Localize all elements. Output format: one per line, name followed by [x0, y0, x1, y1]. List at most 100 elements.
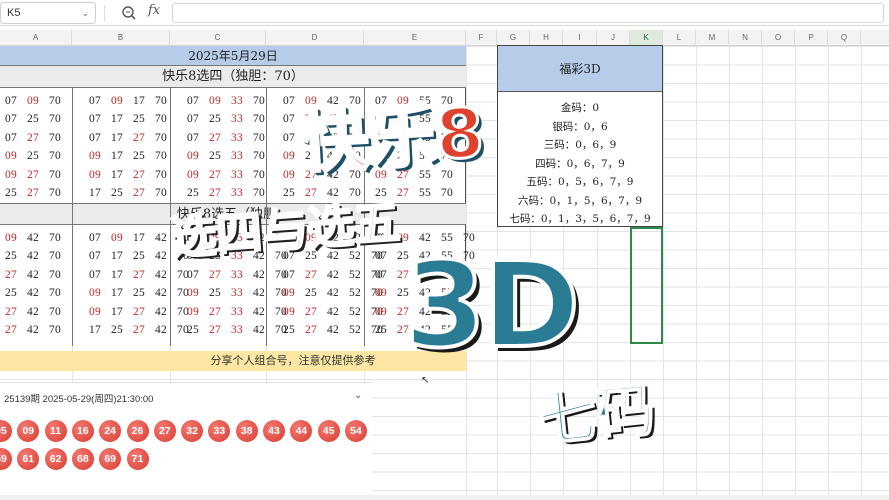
combo-cell[interactable]: 05072570 [0, 113, 66, 125]
fucai3d-line: 六码：0，1，5，6，7，9 [517, 194, 643, 207]
column-header-i[interactable]: I [563, 30, 597, 46]
combo-number: 33 [230, 95, 244, 107]
combo-cell[interactable]: 07 27 33 42 70 [182, 269, 292, 281]
draw-ball: 62 [44, 448, 67, 470]
column-header-h[interactable]: H [530, 30, 563, 46]
combo-number: 27 [132, 305, 146, 318]
column-header-m[interactable]: M [696, 30, 729, 46]
combo-number: 70 [440, 187, 454, 199]
combo-cell[interactable]: 05070970 [0, 95, 66, 107]
combo-cell[interactable]: 07 09 33 70 [182, 95, 270, 107]
column-header-c[interactable]: C [170, 30, 266, 46]
draw-ball: 16 [71, 420, 94, 442]
column-header-g[interactable]: G [497, 30, 530, 46]
chevron-down-icon[interactable]: ⌄ [354, 390, 362, 401]
combo-number: 09 [374, 305, 388, 318]
scrollbar[interactable] [0, 495, 889, 500]
column-header-k[interactable]: K [630, 30, 663, 46]
combo-number: 25 [4, 250, 18, 263]
selected-cell-range[interactable] [630, 227, 663, 344]
combo-number: 09 [186, 150, 200, 163]
combo-cell[interactable]: 05092570 [0, 150, 66, 162]
combo-cell[interactable]: 09 25 33 70 [182, 150, 270, 162]
column-header-q[interactable]: Q [828, 30, 861, 46]
block-divider [72, 88, 73, 346]
column-header-e[interactable]: E [364, 30, 466, 46]
combo-number: 42 [326, 305, 340, 318]
grid-line [795, 46, 796, 500]
combo-cell[interactable]: 09274270 [0, 306, 66, 318]
combo-number: 17 [132, 95, 146, 107]
combo-cell[interactable]: 25 27 33 42 70 [182, 324, 292, 336]
column-header-a[interactable]: A [0, 30, 72, 46]
combo-number: 25 [26, 113, 40, 126]
zoom-icon[interactable] [120, 4, 138, 22]
overlay-title-kl8: 快乐8 [297, 93, 487, 184]
combo-number: 42 [154, 232, 168, 244]
combo-number: 70 [154, 150, 168, 163]
combo-cell[interactable]: 09 17 25 42 70 [84, 287, 194, 299]
formula-bar: K5 ⌄ fx [0, 0, 889, 26]
combo-number: 33 [230, 113, 244, 126]
combo-number: 09 [26, 95, 40, 107]
combo-cell[interactable]: 09 25 33 42 70 [182, 287, 292, 299]
combo-number: 70 [48, 250, 62, 263]
name-box[interactable]: K5 ⌄ [0, 2, 96, 24]
column-header-o[interactable]: O [762, 30, 795, 46]
column-header-f[interactable]: F [466, 30, 497, 46]
combo-cell[interactable]: 09254270 [0, 287, 66, 299]
column-header-l[interactable]: L [663, 30, 696, 46]
combo-cell[interactable]: 17 25 27 42 70 [84, 324, 194, 336]
combo-number: 25 [132, 113, 146, 126]
combo-number: 09 [110, 232, 124, 244]
combo-cell[interactable]: 05092770 [0, 169, 66, 181]
function-icon[interactable]: fx [148, 3, 160, 18]
combo-number: 07 [186, 95, 200, 107]
combo-number: 09 [282, 150, 296, 163]
chevron-down-icon[interactable]: ⌄ [81, 3, 89, 23]
combo-cell[interactable]: 25274270 [0, 324, 66, 336]
combo-cell[interactable]: 07094270 [0, 232, 66, 244]
combo-cell[interactable]: 09 27 33 70 [182, 169, 270, 181]
combo-cell[interactable]: 07 17 25 70 [84, 113, 172, 125]
combo-number: 52 [348, 324, 362, 336]
combo-number: 09 [186, 305, 200, 318]
combo-number: 70 [154, 95, 168, 107]
draw-ball: 27 [153, 420, 176, 442]
column-header-p[interactable]: P [795, 30, 828, 46]
column-header-j[interactable]: J [597, 30, 630, 46]
combo-number: 25 [374, 324, 388, 336]
combo-number: 27 [208, 268, 222, 281]
combo-cell[interactable]: 07 27 33 70 [182, 132, 270, 144]
fucai3d-line: 五码：0，5，6，7，9 [526, 176, 634, 188]
draw-ball: 68 [71, 448, 94, 470]
combo-cell[interactable]: 09 17 25 70 [84, 150, 172, 162]
combo-number: 33 [230, 287, 244, 300]
share-bar: 分享个人组合号，注意仅提供参考 [0, 351, 466, 371]
combo-cell[interactable]: 09 17 27 42 70 [84, 306, 194, 318]
combo-number: 09 [4, 232, 18, 244]
column-header-n[interactable]: N [729, 30, 762, 46]
combo-cell[interactable]: 07 25 33 70 [182, 113, 270, 125]
combo-cell[interactable]: 05252770 [0, 187, 66, 199]
combo-number: 25 [186, 187, 200, 199]
grid-line [828, 46, 829, 500]
column-header-b[interactable]: B [72, 30, 170, 46]
combo-cell[interactable]: 17 25 27 70 [84, 187, 172, 199]
combo-cell[interactable]: 07 09 17 70 [84, 95, 172, 107]
column-header-d[interactable]: D [266, 30, 364, 46]
combo-number: 42 [26, 268, 40, 281]
formula-input[interactable] [172, 3, 884, 23]
combo-cell[interactable]: 07274270 [0, 269, 66, 281]
draw-ball: 54 [344, 420, 367, 442]
combo-cell[interactable]: 07 17 27 70 [84, 132, 172, 144]
combo-number: 52 [348, 305, 362, 318]
fucai3d-line: 金码：0 [560, 102, 600, 114]
combo-cell[interactable]: 09 17 27 70 [84, 169, 172, 181]
combo-cell[interactable]: 07 17 27 42 70 [84, 269, 194, 281]
combo-cell[interactable]: 05072770 [0, 132, 66, 144]
combo-cell[interactable]: 07254270 [0, 250, 66, 262]
combo-number: 33 [230, 168, 244, 181]
combo-cell[interactable]: 09 27 33 42 70 [182, 306, 292, 318]
combo-number: 33 [230, 305, 244, 318]
